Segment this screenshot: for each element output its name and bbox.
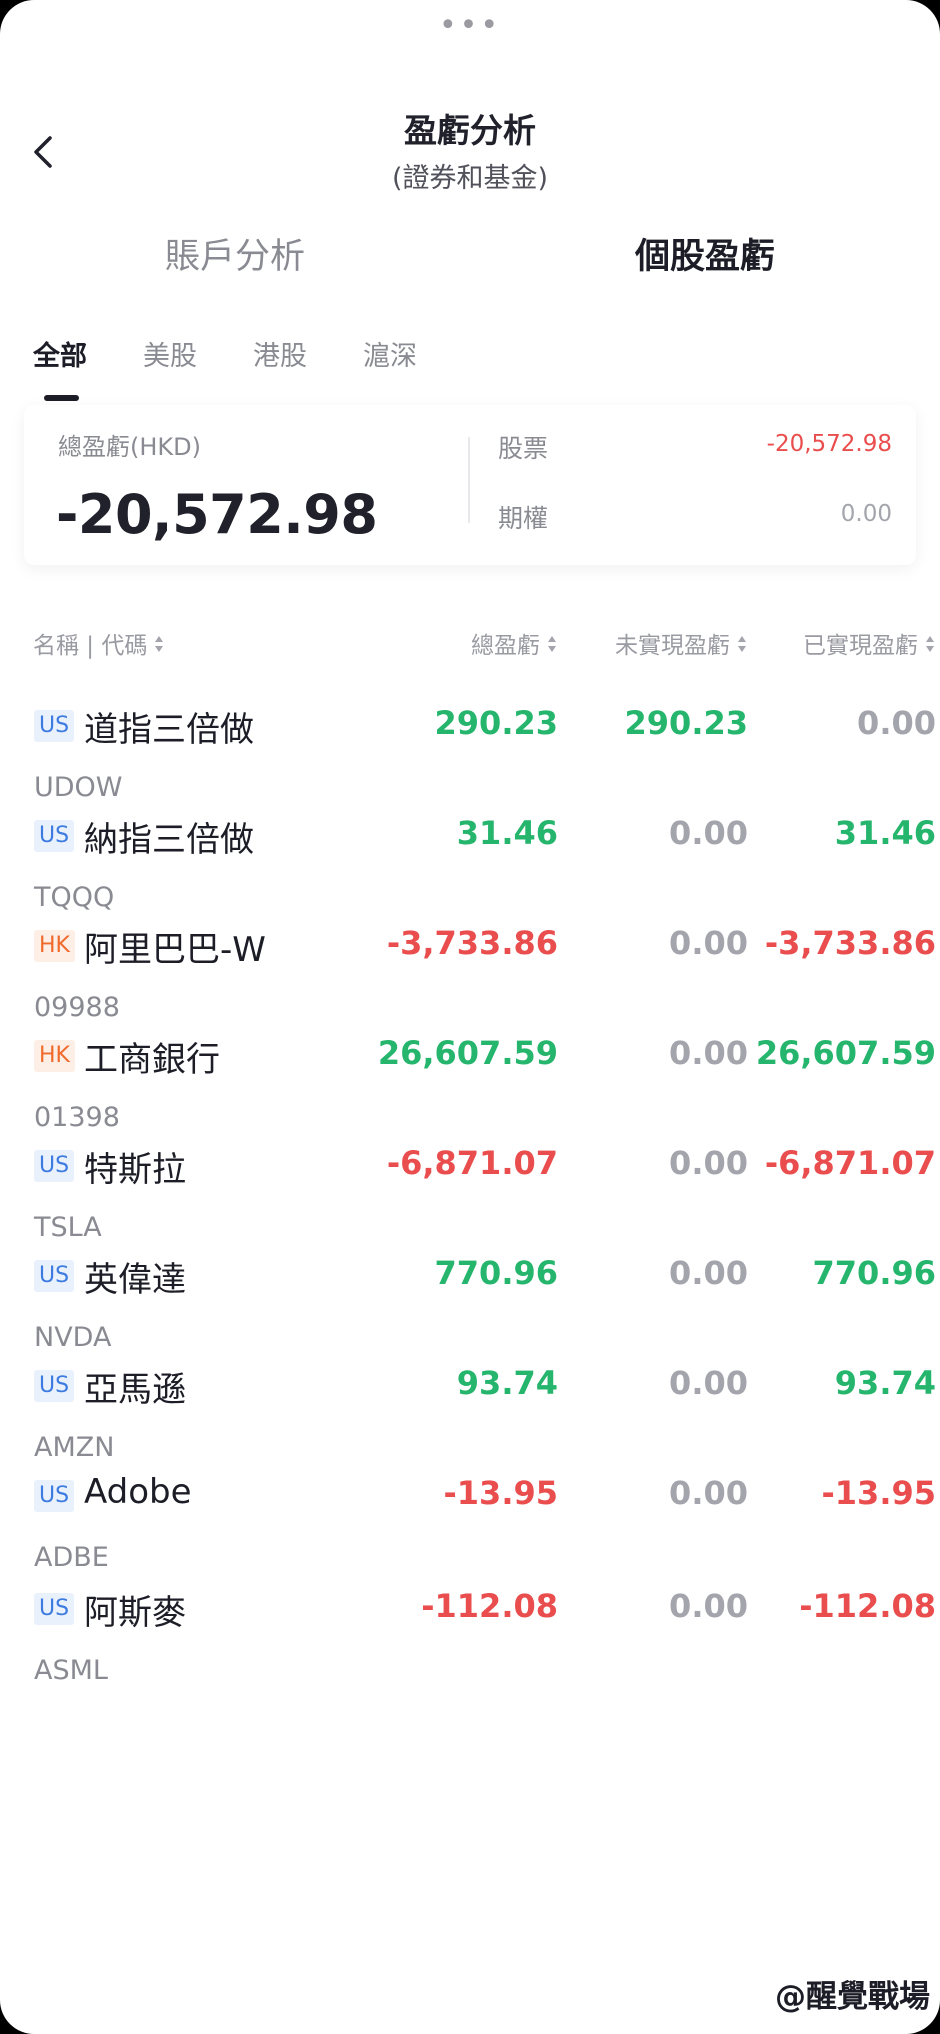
stock-name: 工商銀行 [84,1040,220,1080]
stock-code: 09988 [34,992,120,1023]
divider [468,437,470,523]
realized-pnl: 770.96 [812,1254,936,1292]
market-badge: HK [34,1040,75,1072]
table-row[interactable]: US 阿斯麥 ASML -112.08 0.00 -112.08 [0,1573,940,1716]
realized-pnl: -6,871.07 [764,1144,936,1182]
realized-pnl: -3,733.86 [764,924,936,962]
realized-pnl: 93.74 [834,1364,936,1402]
market-badge: US [34,1593,75,1625]
unrealized-pnl: 0.00 [669,1034,748,1072]
market-badge: US [34,1480,75,1512]
screen: ••• 盈虧分析 (證券和基金) 賬戶分析 個股盈虧 全部 美股 港股 滬深 總… [0,0,940,2034]
stock-code: 01398 [34,1102,120,1133]
sort-icon [924,633,936,661]
watermark: @醒覺戰場 [775,1979,930,2015]
market-badge: US [34,1370,75,1402]
stock-name: 亞馬遜 [84,1370,186,1410]
unrealized-pnl: 290.23 [624,704,748,742]
header-unrealized-label: 未實現盈虧 [615,633,730,659]
header-realized-label: 已實現盈虧 [803,633,918,659]
stock-code: UDOW [34,772,123,803]
active-tab-indicator [44,395,79,401]
total-pnl: 26,607.59 [377,1034,558,1072]
stock-code: ASML [34,1655,108,1686]
unrealized-pnl: 0.00 [669,924,748,962]
option-pnl-label: 期權 [498,504,549,533]
stock-name: 特斯拉 [84,1150,186,1190]
market-tab-all[interactable]: 全部 [33,334,87,373]
stock-name: 納指三倍做 [84,820,254,860]
header-total[interactable]: 總盈虧 [471,626,558,661]
header-realized[interactable]: 已實現盈虧 [803,626,936,661]
market-tab-us[interactable]: 美股 [143,334,197,373]
total-pnl: -6,871.07 [386,1144,558,1182]
total-pnl: -13.95 [443,1474,559,1512]
stock-code: AMZN [34,1432,115,1463]
unrealized-pnl: 0.00 [669,1254,748,1292]
stock-name: 阿斯麥 [84,1593,186,1633]
stock-pnl-label: 股票 [498,434,549,463]
total-pnl-value: -20,572.98 [56,483,378,546]
page-subtitle: (證券和基金) [391,163,549,194]
unrealized-pnl: 0.00 [669,1474,748,1512]
realized-pnl: 0.00 [857,704,936,742]
stock-code: TQQQ [34,882,115,913]
tab-account-analysis[interactable]: 賬戶分析 [85,228,385,279]
sort-icon [153,633,165,661]
total-pnl: 770.96 [434,1254,558,1292]
realized-pnl: 31.46 [834,814,936,852]
market-badge: US [34,1150,75,1182]
market-badge: US [34,710,75,742]
header-total-label: 總盈虧 [471,633,540,659]
table-header: 名稱 | 代碼 總盈虧 未實現盈虧 已實現盈虧 [0,626,940,666]
header-name-code-label: 名稱 | 代碼 [33,633,148,659]
page-title: 盈虧分析 [404,111,536,150]
stock-name: 道指三倍做 [84,710,254,750]
unrealized-pnl: 0.00 [669,1587,748,1625]
market-tab-ashare[interactable]: 滬深 [363,334,417,373]
total-pnl: 93.74 [456,1364,558,1402]
summary-card: 總盈虧(HKD) -20,572.98 股票 -20,572.98 期權 0.0… [24,405,916,565]
unrealized-pnl: 0.00 [669,1144,748,1182]
total-pnl: 31.46 [456,814,558,852]
stock-name: 阿里巴巴-W [84,930,266,970]
total-pnl: -3,733.86 [386,924,558,962]
sort-icon [736,633,748,661]
stock-name: Adobe [84,1472,192,1512]
market-badge: HK [34,930,75,962]
unrealized-pnl: 0.00 [669,1364,748,1402]
market-tab-hk[interactable]: 港股 [253,334,307,373]
realized-pnl: -13.95 [821,1474,937,1512]
tab-stock-pnl[interactable]: 個股盈虧 [555,228,855,279]
unrealized-pnl: 0.00 [669,814,748,852]
more-dots-icon[interactable]: ••• [0,11,940,41]
total-pnl: 290.23 [434,704,558,742]
total-pnl: -112.08 [421,1587,558,1625]
total-pnl-label: 總盈虧(HKD) [58,433,201,461]
stock-code: ADBE [34,1542,109,1573]
stock-name: 英偉達 [84,1260,186,1300]
market-badge: US [34,820,75,852]
stock-pnl-value: -20,572.98 [766,431,892,457]
option-pnl-value: 0.00 [840,501,892,527]
header-unrealized[interactable]: 未實現盈虧 [615,626,748,661]
market-badge: US [34,1260,75,1292]
sort-icon [546,633,558,661]
realized-pnl: 26,607.59 [755,1034,936,1072]
stock-code: NVDA [34,1322,112,1353]
stock-code: TSLA [34,1212,102,1243]
header-name-code[interactable]: 名稱 | 代碼 [33,626,165,661]
realized-pnl: -112.08 [799,1587,936,1625]
